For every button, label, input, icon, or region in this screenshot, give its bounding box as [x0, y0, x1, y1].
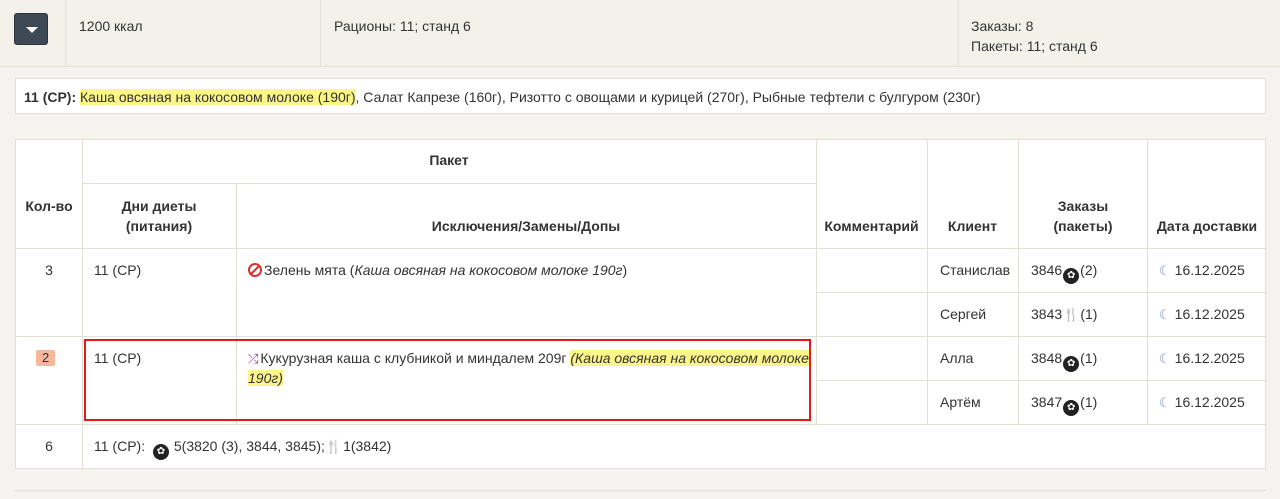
other-dishes: , Салат Капрезе (160г), Ризотто с овощам…: [355, 89, 981, 105]
group1-diet-days: 11 (СР): [94, 262, 142, 278]
order-packages: (1): [1080, 394, 1098, 410]
order-number: 3848: [1031, 350, 1063, 366]
orders-count-label: Заказы: 8: [971, 18, 1034, 34]
moon-icon: ☾: [1159, 307, 1171, 322]
group1-qty: 3: [45, 262, 53, 278]
caret-down-icon: [26, 27, 38, 33]
rations-cell: Рационы: 11; станд 6: [320, 0, 959, 66]
delivery-date: ☾ 16.12.2025: [1159, 260, 1245, 281]
menu-code: 11 (СР):: [24, 89, 77, 105]
delivery-date-text: 16.12.2025: [1174, 262, 1245, 278]
delivery-date: ☾ 16.12.2025: [1159, 392, 1245, 413]
moon-icon: ☾: [1159, 263, 1171, 278]
header-comment: Комментарий: [824, 218, 919, 234]
group2-qty-badge: 2: [36, 350, 56, 366]
order-number: 3847: [1031, 394, 1063, 410]
calories-cell: 1200 ккал: [65, 0, 321, 66]
moon-icon: ☾: [1159, 351, 1171, 366]
header-delivery-date: Дата доставки: [1156, 218, 1258, 234]
fork-knife-icon: 🍴: [325, 439, 343, 454]
highlighted-dish: Каша овсяная на кокосовом молоке (190г): [80, 89, 356, 105]
order-ref[interactable]: 3847 ✿ (1): [1031, 392, 1097, 416]
moon-icon: ☾: [1159, 395, 1171, 410]
group1-exclusion: Зелень мята (Каша овсяная на кокосовом м…: [248, 260, 627, 280]
group2-replacement: ⤮ Кукурузная каша с клубникой и миндалем …: [248, 348, 809, 369]
toggle-cell: [0, 0, 66, 66]
client-name[interactable]: Артём: [940, 392, 981, 412]
delivery-date: ☾ 16.12.2025: [1159, 304, 1245, 325]
package-icon: ✿: [1063, 356, 1080, 372]
group2-diet-days: 11 (СР): [94, 350, 142, 366]
order-ref[interactable]: 3843🍴(1): [1031, 304, 1097, 325]
expand-toggle-button[interactable]: [14, 13, 48, 45]
total-prefix: 11 (СР):: [94, 438, 146, 454]
delivery-date: ☾ 16.12.2025: [1159, 348, 1245, 369]
order-number: 3846: [1031, 262, 1063, 278]
order-packages: (1): [1080, 306, 1098, 322]
calories-label: 1200 ккал: [79, 18, 143, 34]
exclusion-icon: [248, 263, 262, 277]
order-packages: (2): [1080, 262, 1098, 278]
packages-count-label: Пакеты: 11; станд 6: [971, 38, 1098, 54]
packages-table: Кол-во Пакет Дни диеты (питания) Исключе…: [15, 139, 1267, 470]
exclusion-note: Каша овсяная на кокосовом молоке 190г: [354, 262, 623, 278]
header-orders: Заказы (пакеты): [1053, 198, 1113, 234]
header-client: Клиент: [947, 218, 998, 234]
package-icon: ✿: [1063, 268, 1080, 284]
replacement-note-cont: 190г): [248, 370, 283, 386]
client-name[interactable]: Алла: [940, 348, 973, 368]
package-icon: ✿: [152, 444, 169, 460]
replacement-text: Кукурузная каша с клубникой и миндалем 2…: [260, 350, 567, 366]
exclusion-text: Зелень мята: [264, 262, 346, 278]
menu-composition: 11 (СР): Каша овсяная на кокосовом молок…: [15, 78, 1266, 114]
order-packages: (1): [1080, 350, 1098, 366]
header-exclusions: Исключения/Замены/Допы: [431, 218, 621, 234]
order-ref[interactable]: 3846 ✿ (2): [1031, 260, 1097, 284]
client-name[interactable]: Станислав: [940, 260, 1010, 280]
delivery-date-text: 16.12.2025: [1174, 350, 1245, 366]
total-fork-part: 1(3842): [343, 438, 392, 454]
total-qty: 6: [45, 438, 53, 454]
client-name[interactable]: Сергей: [940, 304, 986, 324]
delivery-date-text: 16.12.2025: [1174, 394, 1245, 410]
fork-knife-icon: 🍴: [1063, 307, 1080, 322]
total-summary: 11 (СР): ✿ 5(3820 (3), 3844, 3845);🍴1(38…: [94, 436, 391, 460]
header-package: Пакет: [429, 152, 469, 168]
rations-label: Рационы: 11; станд 6: [334, 18, 471, 34]
orders-summary-cell: Заказы: 8 Пакеты: 11; станд 6: [958, 0, 1279, 66]
order-ref[interactable]: 3848 ✿ (1): [1031, 348, 1097, 372]
order-number: 3843: [1031, 306, 1063, 322]
replacement-note: (Каша овсяная на кокосовом молоке: [570, 350, 809, 366]
summary-row: 1200 ккал Рационы: 11; станд 6 Заказы: 8…: [0, 0, 1280, 67]
header-qty: Кол-во: [25, 198, 73, 214]
delivery-date-text: 16.12.2025: [1174, 306, 1245, 322]
package-icon: ✿: [1063, 400, 1080, 416]
total-orders-part: 5(3820 (3), 3844, 3845);: [173, 438, 325, 454]
group2-replacement-cont: 190г): [248, 368, 283, 388]
header-diet-days: Дни диеты (питания): [121, 198, 197, 234]
shuffle-icon: ⤮: [248, 351, 259, 366]
